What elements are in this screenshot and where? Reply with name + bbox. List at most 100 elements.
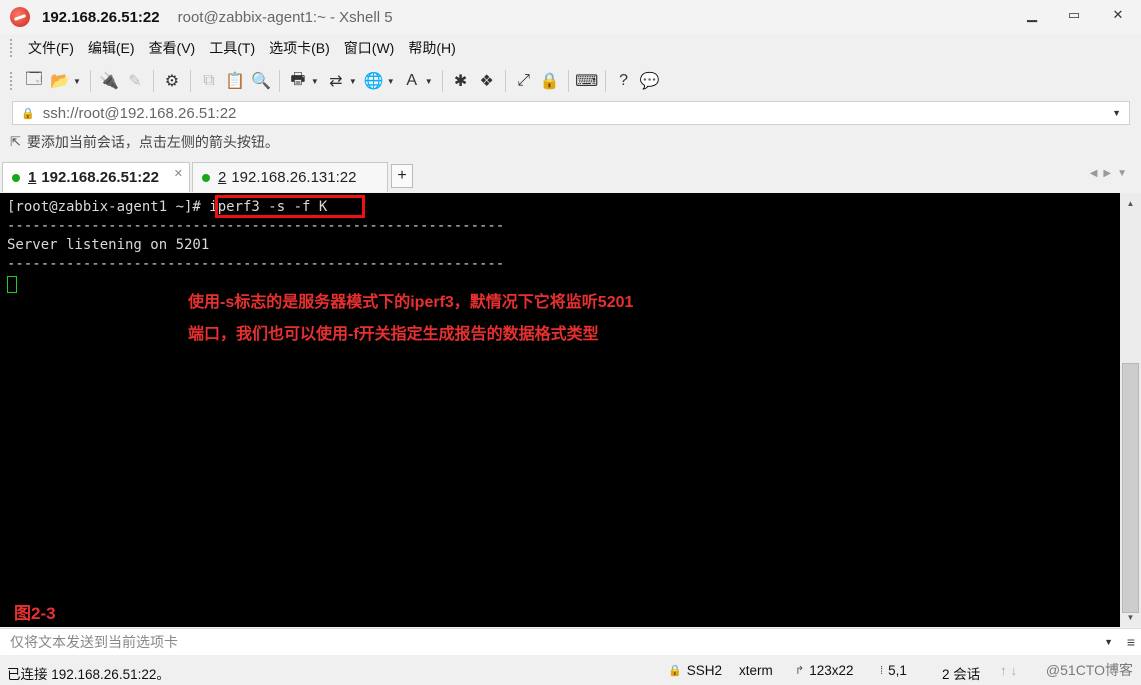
toolbar-divider bbox=[278, 70, 280, 92]
menu-grip bbox=[10, 39, 13, 57]
disconnect-icon[interactable]: ✎ bbox=[122, 68, 148, 94]
print-dropdown-icon[interactable]: ▼ bbox=[311, 77, 319, 86]
scroll-up-icon[interactable]: ▲ bbox=[1120, 195, 1141, 211]
find-icon[interactable]: 🔍 bbox=[248, 68, 274, 94]
tab-session-1[interactable]: 1 192.168.26.51:22 ✕ bbox=[2, 162, 190, 192]
transfer-icon[interactable]: ⇄ bbox=[323, 68, 349, 94]
toolbar-divider bbox=[89, 70, 91, 92]
session-hint-bar: ⇱ 要添加当前会话，点击左侧的箭头按钮。 bbox=[10, 131, 279, 153]
command-highlight-box bbox=[215, 195, 365, 218]
address-dropdown-icon[interactable]: ▼ bbox=[1112, 108, 1121, 118]
toolbar-divider bbox=[504, 70, 506, 92]
session-properties-icon[interactable]: ⚙ bbox=[159, 68, 185, 94]
font-dropdown-icon[interactable]: ▼ bbox=[425, 77, 433, 86]
compose-dropdown-icon[interactable]: ▼ bbox=[1104, 637, 1113, 647]
menu-edit[interactable]: 编辑(E) bbox=[81, 38, 142, 58]
watermark: @51CTO博客 bbox=[1045, 662, 1133, 678]
keyboard-icon[interactable]: ⌨ bbox=[574, 68, 600, 94]
toolbar-divider bbox=[189, 70, 191, 92]
reconnect-icon[interactable]: 🔌 bbox=[96, 68, 122, 94]
tab-number: 1 bbox=[28, 169, 37, 186]
open-folder-icon[interactable]: 📂 bbox=[47, 68, 73, 94]
menu-window[interactable]: 窗口(W) bbox=[337, 38, 402, 58]
tab-scroll-icons[interactable]: ◀▶▼ bbox=[1090, 168, 1133, 179]
tab-close-icon[interactable]: ✕ bbox=[174, 167, 183, 180]
window-controls: ▁ ▭ ✕ bbox=[1011, 0, 1141, 30]
toolbar-divider bbox=[567, 70, 569, 92]
resize-icon: ↱ bbox=[795, 665, 805, 677]
window-title: root@zabbix-agent1:~ - Xshell 5 bbox=[177, 8, 393, 26]
tab-session-2[interactable]: 2 192.168.26.131:22 bbox=[192, 162, 388, 192]
print-icon[interactable]: 🖶 bbox=[285, 68, 311, 94]
tab-label: 192.168.26.131:22 bbox=[231, 169, 357, 186]
menu-tab[interactable]: 选项卡(B) bbox=[262, 38, 337, 58]
menu-tools[interactable]: 工具(T) bbox=[202, 38, 262, 58]
script-icon[interactable]: ❖ bbox=[474, 68, 500, 94]
menu-bar: 文件(F) 编辑(E) 查看(V) 工具(T) 选项卡(B) 窗口(W) 帮助(… bbox=[0, 34, 1141, 62]
compose-bar[interactable]: 仅将文本发送到当前选项卡 ▼ ≡ bbox=[0, 628, 1141, 655]
status-bar: 已连接 192.168.26.51:22。 🔒 SSH2 xterm ↱ 123x2… bbox=[0, 656, 1141, 685]
xftp-icon[interactable]: ✱ bbox=[448, 68, 474, 94]
toolbar-divider bbox=[152, 70, 154, 92]
connection-status: 已连接 192.168.26.51:22。 bbox=[7, 667, 170, 682]
annotation-text: 端口，我们也可以使用-f开关指定生成报告的数据格式类型 bbox=[188, 326, 599, 343]
address-text: ssh://root@192.168.26.51:22 bbox=[42, 104, 237, 122]
globe-dropdown-icon[interactable]: ▼ bbox=[387, 77, 395, 86]
new-session-icon[interactable]: 🗔 bbox=[21, 68, 47, 94]
terminal-output-line: Server listening on 5201 bbox=[7, 237, 210, 253]
toolbar: 🗔 📂 ▼ 🔌 ✎ ⚙ ⧉ 📋 🔍 🖶 ▼ ⇄ ▼ 🌐 ▼ A ▼ ✱ ❖ ⤢ … bbox=[0, 64, 1141, 98]
font-icon[interactable]: A bbox=[399, 68, 425, 94]
session-count: 2 会话 bbox=[942, 667, 981, 682]
open-dropdown-icon[interactable]: ▼ bbox=[73, 77, 81, 86]
xshell-logo-icon bbox=[10, 7, 30, 27]
lock-icon[interactable]: 🔒 bbox=[537, 68, 563, 94]
menu-help[interactable]: 帮助(H) bbox=[401, 38, 462, 58]
minimize-button[interactable]: ▁ bbox=[1011, 0, 1053, 30]
title-bar: 192.168.26.51:22 root@zabbix-agent1:~ - … bbox=[0, 0, 1141, 34]
transfer-dropdown-icon[interactable]: ▼ bbox=[349, 77, 357, 86]
help-icon[interactable]: ? bbox=[611, 68, 637, 94]
lock-icon: 🔒 bbox=[668, 665, 682, 677]
terminal-cursor bbox=[7, 276, 17, 293]
address-bar[interactable]: 🔒 ssh://root@192.168.26.51:22 ▼ bbox=[12, 101, 1130, 125]
scroll-down-icon[interactable]: ▼ bbox=[1120, 609, 1141, 625]
menu-view[interactable]: 查看(V) bbox=[142, 38, 203, 58]
tab-strip: 1 192.168.26.51:22 ✕ 2 192.168.26.131:22… bbox=[0, 160, 1141, 192]
compose-menu-icon[interactable]: ≡ bbox=[1127, 634, 1135, 650]
paste-icon[interactable]: 📋 bbox=[222, 68, 248, 94]
window-title-host: 192.168.26.51:22 bbox=[42, 8, 160, 26]
new-tab-button[interactable]: + bbox=[391, 164, 413, 188]
toolbar-divider bbox=[604, 70, 606, 92]
session-hint-text: 要添加当前会话，点击左侧的箭头按钮。 bbox=[26, 134, 279, 150]
arrow-button-icon[interactable]: ⇱ bbox=[10, 134, 21, 150]
terminal-type: xterm bbox=[739, 663, 773, 678]
toolbar-divider bbox=[441, 70, 443, 92]
connected-status-icon bbox=[202, 173, 210, 182]
chat-icon[interactable]: 💬 bbox=[637, 68, 663, 94]
maximize-button[interactable]: ▭ bbox=[1053, 0, 1095, 30]
compose-placeholder: 仅将文本发送到当前选项卡 bbox=[10, 634, 178, 650]
figure-label: 图2-3 bbox=[14, 604, 56, 623]
cursor-position-text: 5,1 bbox=[888, 663, 907, 678]
terminal-size-text: 123x22 bbox=[809, 663, 854, 678]
toolbar-grip bbox=[10, 72, 13, 90]
terminal-separator-line: ----------------------------------------… bbox=[7, 218, 505, 234]
tab-number: 2 bbox=[218, 169, 227, 186]
scrollbar-thumb[interactable] bbox=[1122, 363, 1139, 613]
copy-icon[interactable]: ⧉ bbox=[196, 68, 222, 94]
annotation-text: 使用-s标志的是服务器模式下的iperf3，默情况下它将监听5201 bbox=[188, 294, 634, 311]
connected-status-icon bbox=[12, 173, 20, 182]
cursor-position: ⁞ 5,1 bbox=[880, 663, 907, 678]
status-arrows-icon: ↑ ↓ bbox=[1000, 663, 1018, 678]
terminal-scrollbar[interactable]: ▲ ▼ bbox=[1120, 193, 1141, 627]
globe-icon[interactable]: 🌐 bbox=[361, 68, 387, 94]
close-button[interactable]: ✕ bbox=[1095, 0, 1141, 30]
lock-icon: 🔒 bbox=[21, 107, 35, 120]
protocol-status: 🔒 SSH2 bbox=[668, 663, 722, 678]
terminal-screen[interactable]: [root@zabbix-agent1 ~]# iperf3 -s -f K -… bbox=[0, 193, 1120, 627]
menu-file[interactable]: 文件(F) bbox=[21, 38, 81, 58]
fullscreen-icon[interactable]: ⤢ bbox=[511, 68, 537, 94]
terminal-size: ↱ 123x22 bbox=[795, 663, 854, 678]
terminal-separator-line: ----------------------------------------… bbox=[7, 256, 505, 272]
cursor-position-icon: ⁞ bbox=[880, 664, 884, 677]
